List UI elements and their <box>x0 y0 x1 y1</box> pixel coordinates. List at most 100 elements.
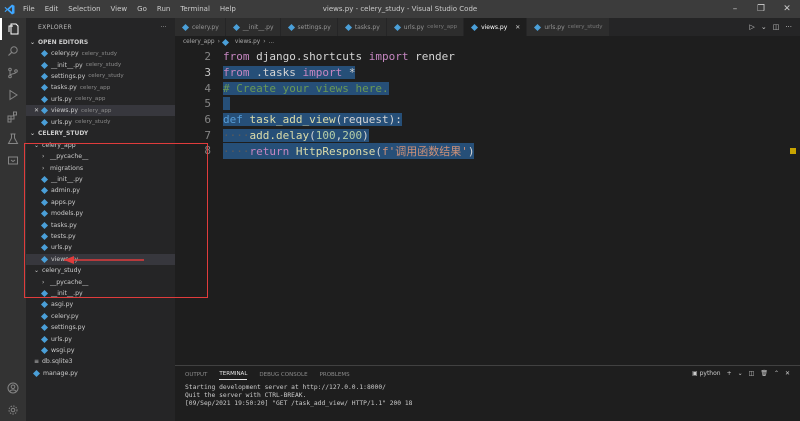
menu-file[interactable]: File <box>18 5 40 13</box>
settings-gear-icon[interactable] <box>0 399 26 421</box>
menu-view[interactable]: View <box>106 5 133 13</box>
run-file-icon[interactable]: ▷ <box>749 23 754 31</box>
menu-edit[interactable]: Edit <box>40 5 64 13</box>
tree-file[interactable]: settings.py <box>26 322 175 333</box>
open-editor-item[interactable]: urls.py celery_app <box>26 94 175 105</box>
window-controls: – ❐ ✕ <box>722 0 800 18</box>
tree-file[interactable]: wsgi.py <box>26 345 175 356</box>
open-editor-item[interactable]: tasks.py celery_app <box>26 82 175 93</box>
open-editor-item[interactable]: urls.py celery_study <box>26 116 175 127</box>
panel-tab-output[interactable]: OUTPUT <box>185 372 207 378</box>
editor-tab[interactable]: urls.py celery_study <box>527 18 610 36</box>
close-icon[interactable]: ✕ <box>515 24 520 31</box>
open-editor-item[interactable]: __init__.py celery_study <box>26 59 175 70</box>
breadcrumb-folder[interactable]: celery_app <box>183 39 215 45</box>
breadcrumb-rest[interactable]: ... <box>269 39 275 45</box>
account-icon[interactable] <box>0 377 26 399</box>
remote-explorer-icon[interactable] <box>0 150 26 172</box>
python-file-icon <box>287 23 295 31</box>
open-editor-item[interactable]: settings.py celery_study <box>26 71 175 82</box>
terminal-output[interactable]: Starting development server at http://12… <box>175 384 800 408</box>
code-text: from django.shortcuts import render <box>223 50 455 63</box>
open-editors-section[interactable]: ⌄ OPEN EDITORS <box>26 36 175 48</box>
minimize-button[interactable]: – <box>722 0 748 18</box>
menu-terminal[interactable]: Terminal <box>175 5 215 13</box>
tab-dir: celery_study <box>567 24 603 30</box>
editor-tab[interactable]: settings.py <box>280 18 338 36</box>
python-file-icon <box>534 23 542 31</box>
code-editor[interactable]: 2 from django.shortcuts import render 3 fro… <box>175 48 800 365</box>
menu-run[interactable]: Run <box>152 5 175 13</box>
line-number: 6 <box>204 113 211 127</box>
scrollbar-marker <box>790 148 796 154</box>
project-section[interactable]: ⌄ CELERY_STUDY <box>26 128 175 140</box>
python-file-icon <box>32 369 41 377</box>
code-line: 7 ····add.delay(100,200) <box>175 128 785 144</box>
trash-icon[interactable]: 🗑 <box>760 370 768 377</box>
breadcrumb: celery_app › views.py › ... <box>175 36 274 48</box>
code-token: django.shortcuts <box>249 50 369 64</box>
editor-tab[interactable]: urls.py celery_app <box>386 18 465 36</box>
editor-actions: ▷ ⌄ ◫ ··· <box>749 18 800 36</box>
code-line: 5 <box>175 96 785 112</box>
breadcrumb-file[interactable]: views.py <box>235 39 260 45</box>
new-terminal-icon[interactable]: + <box>727 370 732 377</box>
extensions-icon[interactable] <box>0 106 26 128</box>
code-token: * <box>342 65 356 79</box>
editor-tab[interactable]: views.py ✕ <box>464 18 528 36</box>
panel-tab-problems[interactable]: PROBLEMS <box>320 372 350 378</box>
menu-selection[interactable]: Selection <box>63 5 105 13</box>
tree-item-name: db.sqlite3 <box>42 358 73 366</box>
tree-item-name: wsgi.py <box>51 346 75 354</box>
search-icon[interactable] <box>0 40 26 62</box>
code-text <box>223 97 230 111</box>
open-editor-name: celery.py <box>51 50 79 58</box>
panel-tab-terminal[interactable]: TERMINAL <box>219 371 248 380</box>
explorer-icon[interactable] <box>0 18 26 40</box>
tree-file[interactable]: asgi.py <box>26 299 175 310</box>
open-editor-dir: celery_app <box>74 96 106 103</box>
maximize-button[interactable]: ❐ <box>748 0 774 18</box>
source-control-icon[interactable] <box>0 62 26 84</box>
editor-tab[interactable]: __init__.py <box>225 18 281 36</box>
code-text: from .tasks import * <box>223 65 356 79</box>
panel-tab-debug-console[interactable]: DEBUG CONSOLE <box>259 372 307 378</box>
split-editor-icon[interactable]: ◫ <box>773 23 780 31</box>
more-actions-icon[interactable]: ··· <box>160 24 167 31</box>
editor-tab[interactable]: celery.py <box>175 18 226 36</box>
python-file-icon <box>40 61 49 69</box>
project-label: CELERY_STUDY <box>38 130 89 138</box>
code-line: 3 from .tasks import * <box>175 65 785 81</box>
split-terminal-icon[interactable]: ◫ <box>749 370 755 377</box>
close-window-button[interactable]: ✕ <box>774 0 800 18</box>
indent-guide: ···· <box>223 128 250 142</box>
open-editors-list: celery.py celery_study __init__.py celery_s… <box>26 48 175 128</box>
tree-item-name: manage.py <box>43 369 78 377</box>
code-token: task_add_view <box>242 113 336 127</box>
menu-go[interactable]: Go <box>132 5 152 13</box>
testing-flask-icon[interactable] <box>0 128 26 150</box>
code-text: ····add.delay(100,200) <box>223 128 369 142</box>
chevron-down-icon[interactable]: ⌄ <box>738 370 743 377</box>
tree-file[interactable]: manage.py <box>26 368 175 379</box>
activity-bar <box>0 18 26 421</box>
open-editor-item[interactable]: ✕ views.py celery_app <box>26 104 175 117</box>
chevron-down-icon[interactable]: ⌄ <box>761 23 767 31</box>
shell-name: python <box>699 370 721 377</box>
terminal-shell-selector[interactable]: ▣ python <box>692 370 721 377</box>
tree-file[interactable]: celery.py <box>26 311 175 322</box>
python-file-icon <box>40 312 49 320</box>
tree-file[interactable]: ≡ db.sqlite3 <box>26 356 175 367</box>
close-panel-icon[interactable]: ✕ <box>785 370 790 377</box>
editor-tab[interactable]: tasks.py <box>337 18 387 36</box>
python-file-icon <box>40 84 49 92</box>
chevron-up-icon[interactable]: ⌃ <box>774 370 779 377</box>
run-debug-icon[interactable] <box>0 84 26 106</box>
python-file-icon <box>40 118 49 126</box>
tree-file[interactable]: urls.py <box>26 333 175 344</box>
open-editor-item[interactable]: celery.py celery_study <box>26 48 175 59</box>
tree-item-name: asgi.py <box>51 301 74 309</box>
menu-help[interactable]: Help <box>215 5 241 13</box>
tab-name: tasks.py <box>354 23 380 31</box>
more-actions-icon[interactable]: ··· <box>785 23 792 31</box>
